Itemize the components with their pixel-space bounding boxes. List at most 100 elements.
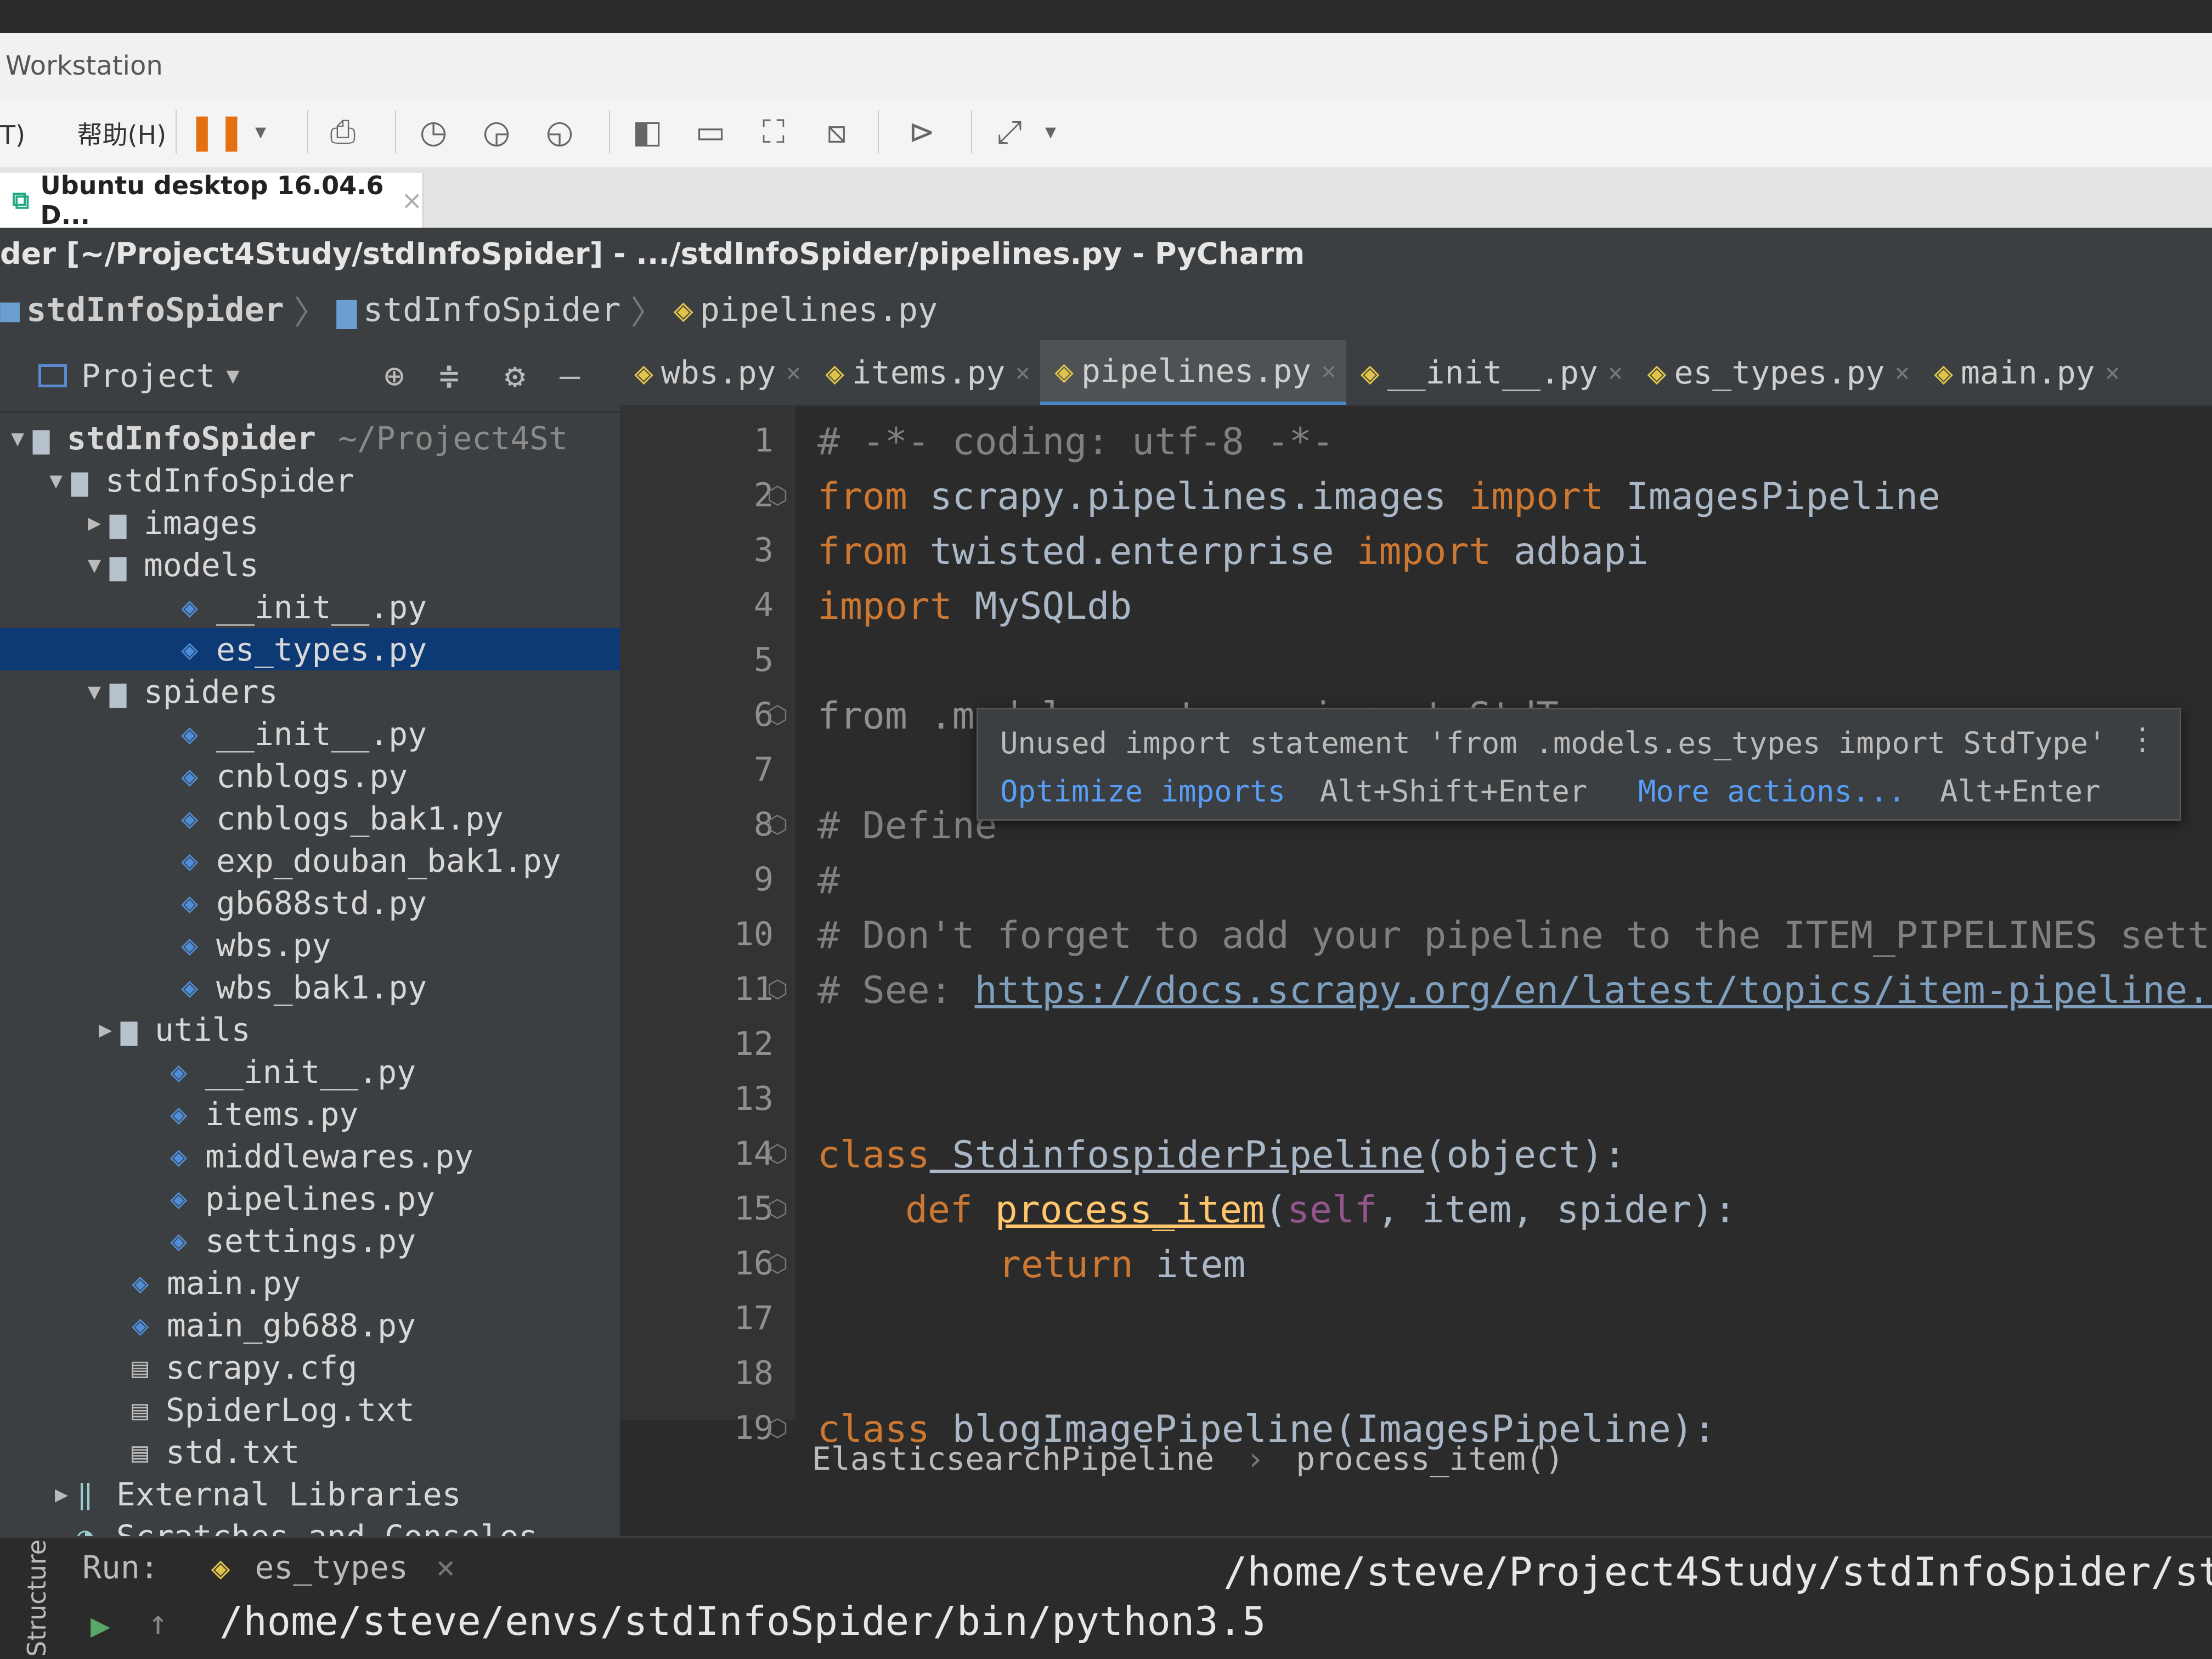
chevron-down-icon[interactable]: ▼ xyxy=(226,363,239,388)
close-icon[interactable]: × xyxy=(1321,356,1336,386)
close-icon[interactable]: × xyxy=(2105,358,2120,387)
expand-arrow-icon[interactable]: ▼ xyxy=(88,679,110,704)
play-icon[interactable]: ▶ xyxy=(91,1606,110,1645)
fold-marker-icon[interactable]: ⬡ xyxy=(767,1250,788,1278)
console-view-icon[interactable]: ▭ xyxy=(691,112,730,151)
more-actions-link[interactable]: More actions... xyxy=(1638,774,1906,809)
fold-marker-icon[interactable]: ⬡ xyxy=(767,1414,788,1442)
tree-item[interactable]: ▤ std.txt xyxy=(0,1431,620,1473)
close-icon[interactable]: × xyxy=(786,358,801,387)
editor-tab[interactable]: ◈ __init__.py × xyxy=(1346,340,1633,405)
fold-marker-icon[interactable]: ⬡ xyxy=(767,1195,788,1223)
editor-tab[interactable]: ◈ es_types.py × xyxy=(1633,340,1920,405)
tree-item[interactable]: ◈ gb688std.py xyxy=(0,882,620,924)
stretch-icon[interactable]: ⤢ xyxy=(990,112,1029,151)
tree-item[interactable]: ▶ ‖ External Libraries xyxy=(0,1473,620,1515)
editor-tab[interactable]: ◈ items.py × xyxy=(811,340,1040,405)
sidebar-view-icon[interactable]: ◧ xyxy=(628,112,667,151)
revert-snapshot-icon[interactable]: ◶ xyxy=(477,112,516,151)
fold-marker-icon[interactable]: ⬡ xyxy=(767,701,788,729)
unity-icon[interactable]: ⧅ xyxy=(817,112,856,151)
tree-item[interactable]: ▤ scrapy.cfg xyxy=(0,1346,620,1389)
code-text: adbapi xyxy=(1491,530,1649,573)
tree-item[interactable]: ◈ pipelines.py xyxy=(0,1177,620,1220)
tree-item[interactable]: ◈ es_types.py xyxy=(0,628,620,670)
python-file-icon: ◈ xyxy=(211,1549,230,1586)
vm-tab-ubuntu[interactable]: ⧉ Ubuntu desktop 16.04.6 D... × xyxy=(0,171,424,230)
expand-arrow-icon[interactable]: ▼ xyxy=(88,552,110,578)
code-line-15: def process_item(self, item, spider): xyxy=(905,1188,1736,1232)
docs-link[interactable]: https://docs.scrapy.org/en/latest/topics… xyxy=(975,969,2212,1012)
full-screen-icon[interactable]: ⛶ xyxy=(754,112,793,151)
project-view-selector[interactable]: Project xyxy=(81,357,215,394)
tree-item[interactable]: ◈ __init__.py xyxy=(0,713,620,755)
optimize-imports-link[interactable]: Optimize imports xyxy=(1000,774,1285,809)
close-icon[interactable]: × xyxy=(401,185,422,215)
hide-icon[interactable]: — xyxy=(560,356,580,396)
tree-item[interactable]: ◈ cnblogs_bak1.py xyxy=(0,797,620,839)
breadcrumb-class[interactable]: ElasticsearchPipeline xyxy=(812,1440,1214,1477)
tree-item[interactable]: ◈ main.py xyxy=(0,1262,620,1304)
editor-tab[interactable]: ◈ wbs.py × xyxy=(620,340,811,405)
tree-item[interactable]: ▼ ▆ stdInfoSpider xyxy=(0,459,620,501)
close-icon[interactable]: × xyxy=(1608,358,1623,387)
tree-item[interactable]: ▼ ▆ stdInfoSpider ~/Project4St xyxy=(0,417,620,459)
editor-tab[interactable]: ◈ main.py × xyxy=(1920,340,2130,405)
python-file-icon: ◈ xyxy=(181,844,199,877)
breadcrumb-method[interactable]: process_item() xyxy=(1296,1440,1564,1477)
breadcrumb-item[interactable]: stdInfoSpider xyxy=(363,291,621,329)
menu-item-help[interactable]: 帮助(H) xyxy=(77,120,166,150)
vm-tab-label: Ubuntu desktop 16.04.6 D... xyxy=(40,171,384,230)
tree-item[interactable]: ▼ ▆ spiders xyxy=(0,670,620,713)
tree-item[interactable]: ◈ wbs.py xyxy=(0,924,620,966)
stretch-dropdown-icon[interactable]: ▾ xyxy=(1031,112,1070,151)
tree-item[interactable]: ◈ cnblogs.py xyxy=(0,755,620,797)
breadcrumb-item[interactable]: pipelines.py xyxy=(700,291,938,329)
tree-item[interactable]: ◈ settings.py xyxy=(0,1220,620,1262)
fold-marker-icon[interactable]: ⬡ xyxy=(767,975,788,1003)
tree-item[interactable]: ◈ wbs_bak1.py xyxy=(0,966,620,1008)
terminal-icon[interactable]: ⊳ xyxy=(902,112,941,151)
tree-item-label: SpiderLog.txt xyxy=(166,1391,415,1429)
fold-marker-icon[interactable]: ⬡ xyxy=(767,482,788,510)
send-ctrl-alt-del-icon[interactable]: ⎙ xyxy=(324,112,362,151)
tree-item[interactable]: ◈ __init__.py xyxy=(0,1051,620,1093)
collapse-arrow-icon[interactable]: ▶ xyxy=(88,510,110,535)
tree-item[interactable]: ▼ ▆ models xyxy=(0,544,620,586)
tree-item[interactable]: ▶ ▆ utils xyxy=(0,1008,620,1051)
run-config-tab[interactable]: es_types xyxy=(255,1549,408,1586)
structure-tool-tab[interactable]: Structure xyxy=(22,1531,55,1657)
expand-arrow-icon[interactable]: ▼ xyxy=(49,468,71,493)
expand-arrow-icon[interactable]: ▼ xyxy=(11,426,33,451)
pause-dropdown-icon[interactable]: ▾ xyxy=(241,112,280,151)
collapse-arrow-icon[interactable]: ▶ xyxy=(99,1017,121,1042)
tree-item[interactable]: ◈ __init__.py xyxy=(0,586,620,628)
menu-item-t[interactable]: T) xyxy=(0,120,25,150)
more-options-icon[interactable]: ⋮ xyxy=(2127,721,2158,757)
line-number: 17 xyxy=(733,1299,774,1338)
fold-marker-icon[interactable]: ⬡ xyxy=(767,811,788,839)
tree-item[interactable]: ▶ ▆ images xyxy=(0,501,620,544)
collapse-arrow-icon[interactable]: ▶ xyxy=(55,1482,77,1507)
snapshot-icon[interactable]: ◷ xyxy=(414,112,453,151)
close-icon[interactable]: × xyxy=(1015,358,1030,387)
editor-tab[interactable]: ◈ pipelines.py × xyxy=(1040,340,1346,405)
tree-item[interactable]: ▤ SpiderLog.txt xyxy=(0,1389,620,1431)
code-area[interactable]: # -*- coding: utf-8 -*- from scrapy.pipe… xyxy=(817,405,2212,1451)
close-icon[interactable]: × xyxy=(1895,358,1910,387)
tree-item[interactable]: ◈ exp_douban_bak1.py xyxy=(0,839,620,882)
tree-item[interactable]: ◈ main_gb688.py xyxy=(0,1304,620,1346)
tree-item[interactable]: ◈ middlewares.py xyxy=(0,1135,620,1177)
collapse-all-icon[interactable]: ≑ xyxy=(439,356,459,396)
snapshot-manager-icon[interactable]: ◵ xyxy=(540,112,579,151)
folder-icon: ▆ xyxy=(121,1013,138,1046)
close-icon[interactable]: × xyxy=(436,1549,455,1586)
arrow-up-icon[interactable]: ↑ xyxy=(148,1604,168,1642)
fold-marker-icon[interactable]: ⬡ xyxy=(767,1140,788,1168)
tree-item[interactable]: ◈ items.py xyxy=(0,1093,620,1135)
pause-icon[interactable]: ❚❚ xyxy=(187,111,246,152)
breadcrumb-item[interactable]: stdInfoSpider xyxy=(26,291,284,329)
locate-icon[interactable]: ⊕ xyxy=(384,356,404,396)
gear-icon[interactable]: ⚙ xyxy=(505,356,525,396)
tree-item-label: exp_douban_bak1.py xyxy=(216,842,561,879)
